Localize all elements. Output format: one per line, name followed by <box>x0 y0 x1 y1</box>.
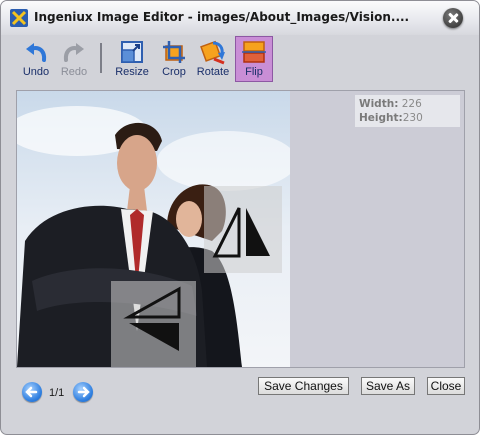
close-icon[interactable] <box>443 8 463 28</box>
save-as-button[interactable]: Save As <box>361 377 415 395</box>
image-dimensions: Width: 226 Height:230 <box>355 95 460 127</box>
toolbar: Undo Redo Resize Crop Rotate Flip <box>1 35 479 85</box>
redo-button[interactable]: Redo <box>56 37 92 81</box>
flip-horizontal-button[interactable] <box>204 186 282 273</box>
page-indicator: 1/1 <box>49 387 65 399</box>
save-changes-button[interactable]: Save Changes <box>258 377 349 395</box>
flip-label: Flip <box>245 66 263 78</box>
flip-icon <box>242 41 266 63</box>
flip-vertical-icon <box>123 286 181 351</box>
image-editor-window: Ingeniux Image Editor - images/About_Ima… <box>0 0 480 435</box>
resize-button[interactable]: Resize <box>112 37 152 81</box>
flip-horizontal-icon <box>212 207 270 258</box>
rotate-label: Rotate <box>196 66 230 78</box>
crop-icon <box>163 41 185 63</box>
close-button[interactable]: Close <box>427 377 465 395</box>
next-arrow-icon[interactable] <box>73 382 93 402</box>
resize-icon <box>121 41 143 63</box>
crop-label: Crop <box>162 66 186 78</box>
rotate-button[interactable]: Rotate <box>193 37 233 81</box>
width-label: Width: <box>359 98 399 110</box>
window-title: Ingeniux Image Editor - images/About_Ima… <box>34 10 410 24</box>
flip-button[interactable]: Flip <box>235 36 273 82</box>
toolbar-separator <box>100 43 102 73</box>
image-canvas[interactable]: Width: 226 Height:230 <box>16 90 465 368</box>
title-bar[interactable]: Ingeniux Image Editor - images/About_Ima… <box>1 1 479 35</box>
ingeniux-logo-icon <box>10 9 28 27</box>
height-value: 230 <box>402 112 423 124</box>
rotate-icon <box>200 40 225 65</box>
redo-label: Redo <box>60 66 88 78</box>
resize-label: Resize <box>115 66 149 78</box>
previous-arrow-icon[interactable] <box>22 382 42 402</box>
flip-vertical-button[interactable] <box>111 281 196 367</box>
undo-arrow-icon <box>26 43 47 62</box>
undo-button[interactable]: Undo <box>18 37 54 81</box>
width-value: 226 <box>401 98 422 110</box>
height-label: Height: <box>359 112 403 124</box>
undo-label: Undo <box>22 66 50 78</box>
redo-arrow-icon <box>63 43 84 62</box>
crop-button[interactable]: Crop <box>156 37 192 81</box>
